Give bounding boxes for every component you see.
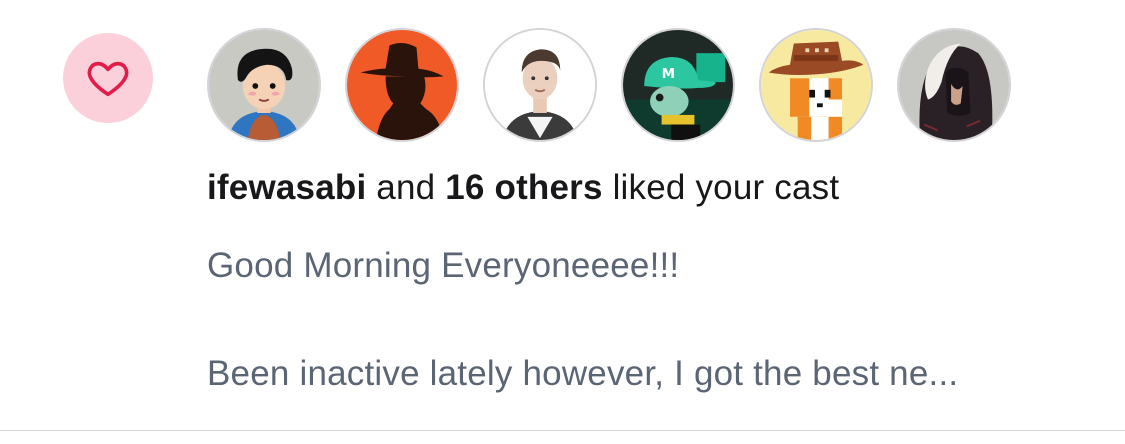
- avatar-silhouette-hat-icon[interactable]: [345, 28, 459, 142]
- actor-username[interactable]: ifewasabi: [207, 168, 366, 207]
- summary-action: liked your cast: [602, 168, 840, 207]
- others-count[interactable]: 16 others: [445, 168, 602, 207]
- svg-text:M: M: [662, 66, 675, 82]
- avatar-green-cap-character-icon[interactable]: M: [621, 28, 735, 142]
- avatar-young-man-photo[interactable]: [483, 28, 597, 142]
- like-badge: [63, 33, 153, 123]
- notification-summary: ifewasabi and 16 others liked your cast: [207, 168, 839, 208]
- heart-icon: [87, 61, 129, 97]
- avatar-hooded-figure-icon[interactable]: [897, 28, 1011, 142]
- cast-preview-line-1: Good Morning Everyoneeee!!!: [207, 246, 680, 285]
- cast-preview-line-2: Been inactive lately however, I got the …: [207, 354, 959, 393]
- avatar-cartoon-person-icon[interactable]: [207, 28, 321, 142]
- summary-conjunction: and: [366, 168, 446, 207]
- divider: [0, 430, 1125, 431]
- avatar-cowboy-cat-pixel-icon[interactable]: [759, 28, 873, 142]
- like-notification[interactable]: M ifewasabi and 16 others liked your cas…: [0, 0, 1125, 432]
